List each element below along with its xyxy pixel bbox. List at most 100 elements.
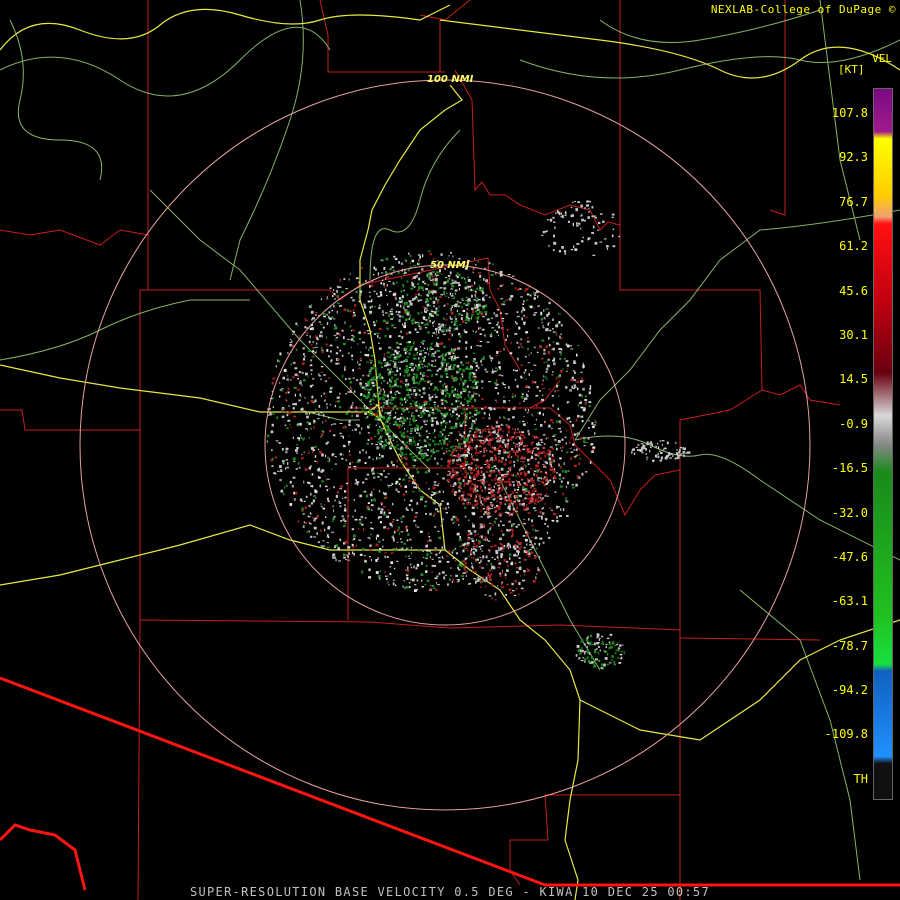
echo-pixel (416, 368, 419, 372)
echo-pixel (320, 411, 324, 414)
echo-pixel (320, 323, 323, 325)
echo-pixel (455, 574, 458, 577)
echo-pixel (354, 518, 358, 521)
echo-pixel (352, 429, 354, 431)
echo-pixel (332, 517, 335, 520)
echo-pixel (476, 485, 478, 488)
echo-pixel (351, 461, 353, 464)
echo-pixel (512, 512, 515, 514)
echo-pixel (583, 440, 586, 443)
echo-pixel (389, 384, 391, 387)
echo-pixel (493, 370, 497, 373)
echo-pixel (482, 436, 484, 439)
echo-pixel (605, 643, 608, 646)
echo-pixel (522, 486, 525, 489)
echo-pixel (396, 303, 399, 307)
echo-pixel (602, 643, 605, 645)
echo-pixel (540, 400, 543, 404)
echo-pixel (510, 535, 512, 538)
echo-pixel (559, 335, 561, 339)
echo-pixel (518, 482, 520, 486)
echo-pixel (461, 494, 464, 497)
echo-pixel (434, 436, 436, 438)
echo-pixel (266, 434, 270, 438)
echo-pixel (603, 238, 607, 240)
echo-pixel (514, 579, 517, 583)
echo-pixel (318, 467, 321, 470)
echo-pixel (577, 387, 579, 391)
echo-pixel (341, 329, 344, 332)
echo-pixel (576, 222, 578, 224)
echo-pixel (361, 427, 363, 431)
echo-pixel (403, 419, 406, 422)
echo-pixel (444, 367, 447, 371)
echo-pixel (554, 440, 556, 442)
echo-pixel (643, 446, 646, 450)
echo-pixel (418, 432, 420, 435)
echo-pixel (434, 386, 437, 390)
echo-pixel (331, 453, 335, 456)
echo-pixel (463, 302, 466, 305)
echo-pixel (370, 504, 374, 507)
echo-pixel (318, 404, 321, 408)
echo-pixel (431, 352, 435, 355)
echo-pixel (474, 447, 477, 449)
echo-pixel (352, 369, 354, 372)
echo-pixel (396, 351, 399, 355)
echo-pixel (463, 408, 466, 411)
echo-pixel (463, 420, 465, 424)
echo-pixel (403, 409, 407, 411)
echo-pixel (512, 393, 514, 396)
echo-pixel (571, 201, 574, 203)
echo-pixel (678, 454, 681, 456)
echo-pixel (413, 389, 416, 392)
echo-pixel (390, 395, 393, 399)
echo-pixel (392, 579, 395, 581)
radar-map[interactable]: 50 NMI 100 NMI (0, 0, 900, 900)
echo-pixel (452, 458, 454, 460)
echo-pixel (523, 484, 526, 486)
echo-pixel (465, 322, 467, 324)
echo-pixel (572, 443, 575, 446)
echo-pixel (523, 570, 526, 573)
echo-pixel (522, 303, 525, 305)
radar-viewer: 50 NMI 100 NMI NEXLAB-College of DuPage … (0, 0, 900, 900)
echo-pixel (532, 528, 534, 532)
echo-pixel (476, 393, 479, 395)
echo-pixel (303, 451, 305, 453)
echo-pixel (452, 282, 455, 284)
echo-pixel (288, 411, 292, 415)
echo-pixel (472, 506, 475, 509)
echo-pixel (378, 360, 381, 364)
echo-pixel (515, 499, 517, 501)
echo-pixel (558, 427, 561, 430)
echo-pixel (469, 379, 472, 381)
echo-pixel (661, 440, 665, 442)
echo-pixel (497, 460, 501, 463)
echo-pixel (437, 482, 440, 485)
echo-pixel (444, 361, 446, 364)
echo-pixel (518, 421, 521, 423)
echo-pixel (383, 353, 386, 356)
echo-pixel (569, 441, 571, 445)
echo-pixel (481, 364, 483, 366)
echo-pixel (448, 395, 451, 398)
echo-pixel (443, 281, 447, 285)
echo-pixel (285, 451, 288, 454)
echo-pixel (438, 306, 440, 309)
echo-pixel (408, 558, 411, 559)
echo-pixel (454, 516, 457, 519)
echo-pixel (390, 353, 392, 357)
echo-pixel (454, 445, 458, 448)
echo-pixel (535, 530, 539, 532)
echo-pixel (376, 292, 378, 295)
echo-pixel (493, 469, 495, 472)
echo-pixel (501, 476, 505, 479)
echo-pixel (526, 395, 529, 397)
echo-pixel (543, 348, 546, 352)
echo-pixel (435, 373, 438, 376)
echo-pixel (427, 321, 429, 323)
echo-pixel (471, 396, 474, 398)
echo-pixel (440, 366, 443, 368)
echo-pixel (290, 340, 293, 343)
